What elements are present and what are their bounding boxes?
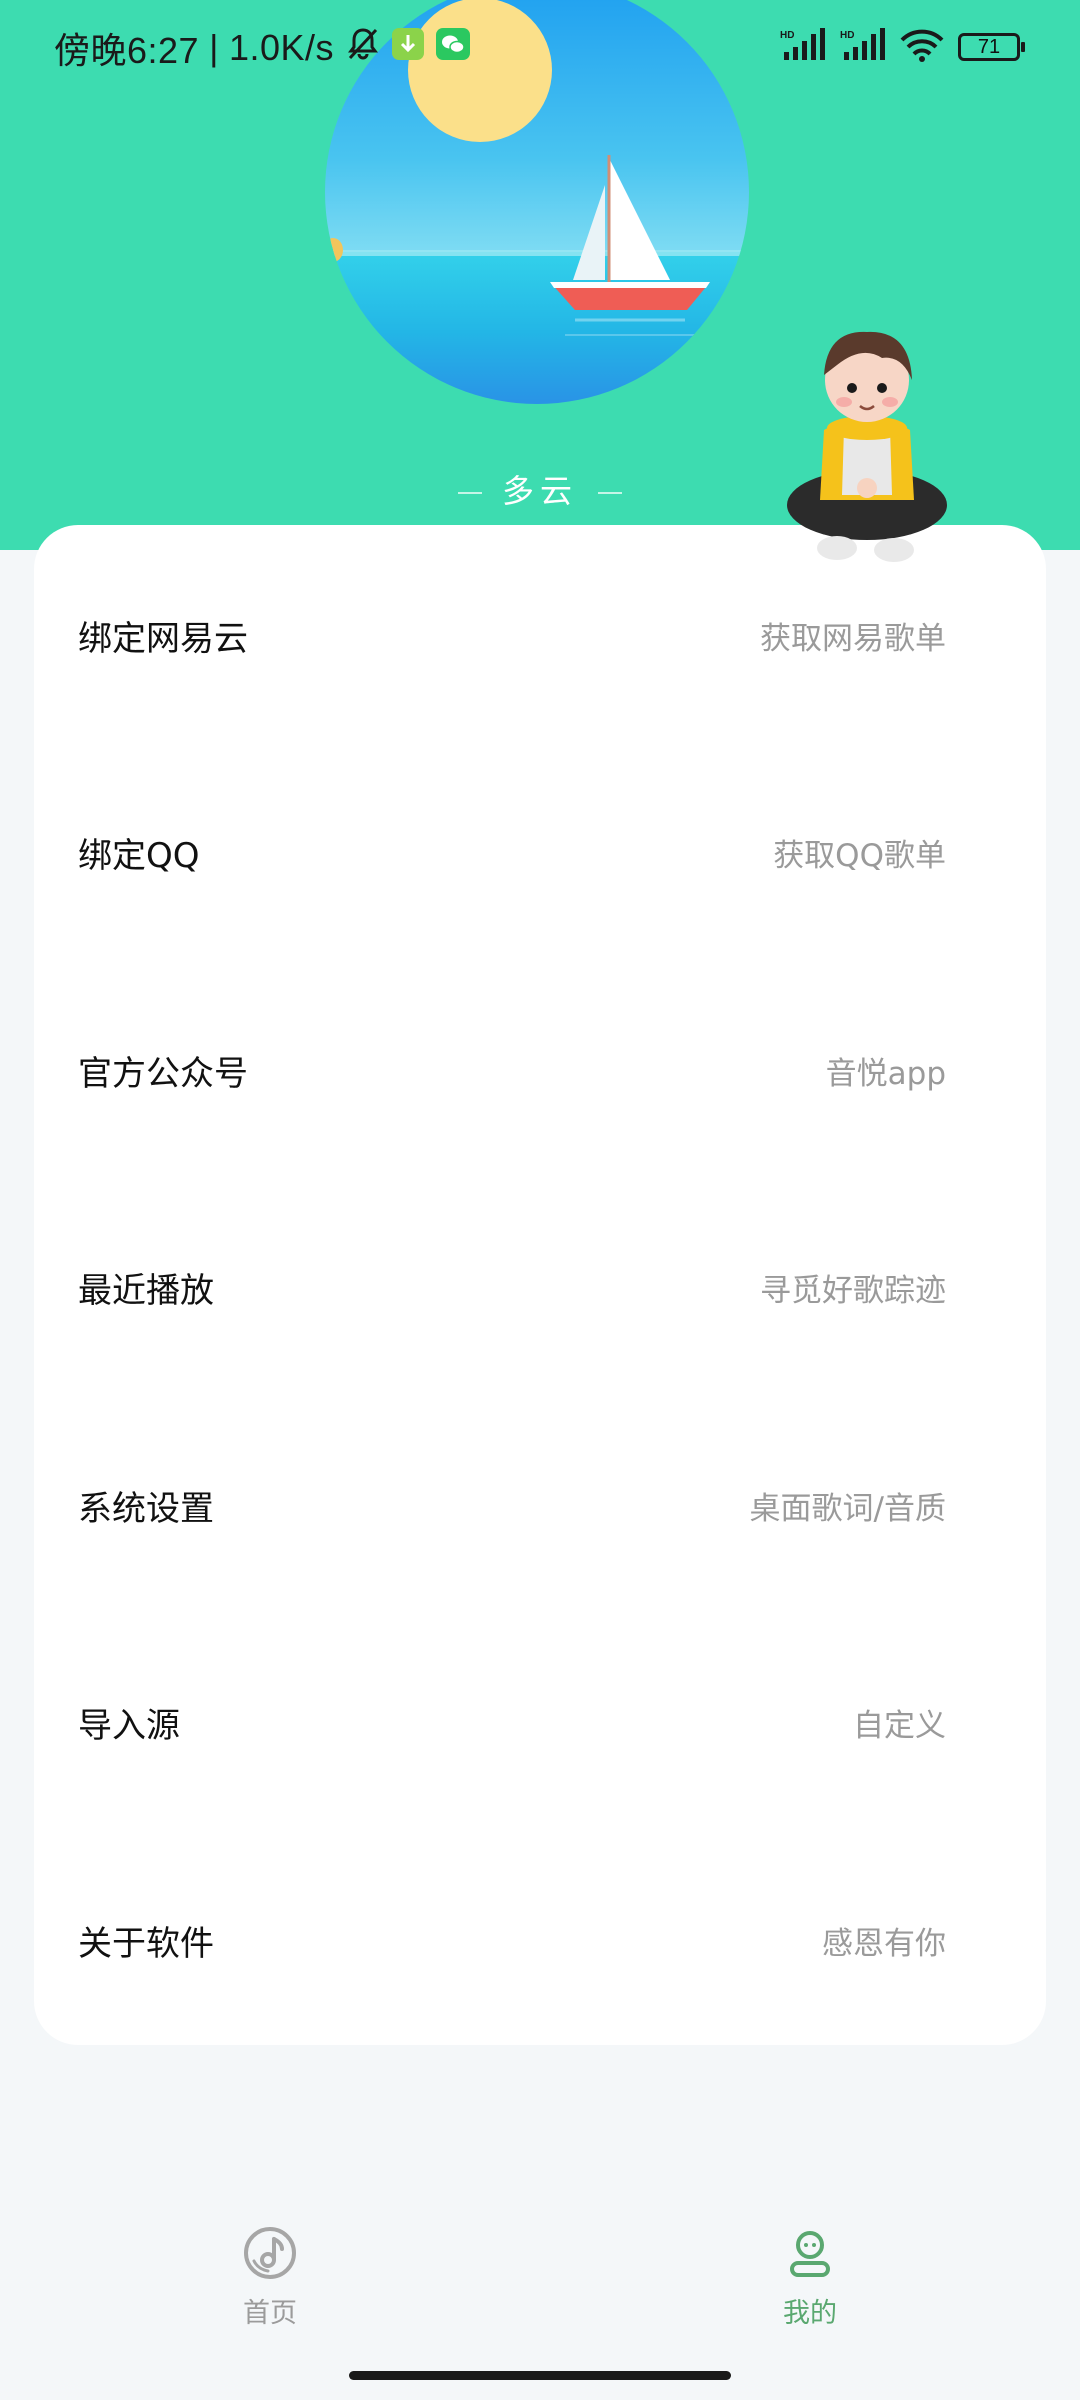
menu-item-title: 绑定QQ: [78, 835, 200, 876]
music-disc-icon: [242, 2227, 298, 2285]
status-net-speed: 1.0K/s: [228, 27, 334, 68]
signal-hd-2-label: HD: [840, 30, 854, 41]
status-right: HD HD 71: [780, 28, 1025, 66]
home-indicator: [349, 2371, 731, 2380]
menu-item-subtitle: 感恩有你: [822, 1925, 946, 1962]
bell-muted-icon: [346, 26, 380, 71]
status-left: 傍晚6:27 | 1.0K/s: [54, 22, 470, 74]
status-time: 傍晚6:27: [54, 30, 200, 71]
menu-item-about[interactable]: 关于软件 感恩有你: [34, 1860, 1046, 2020]
weather-dash-right: [598, 492, 622, 494]
nav-me-label: 我的: [783, 2298, 837, 2329]
menu-item-subtitle: 获取QQ歌单: [773, 837, 946, 874]
menu-item-recent-plays[interactable]: 最近播放 寻觅好歌踪迹: [34, 1207, 1046, 1367]
menu-item-official-account[interactable]: 官方公众号 音悦app: [34, 990, 1046, 1150]
menu-item-subtitle: 获取网易歌单: [760, 620, 946, 657]
menu-item-title: 最近播放: [78, 1270, 214, 1311]
wechat-icon: [436, 27, 470, 69]
signal-hd-2-icon: HD: [840, 28, 886, 66]
menu-item-import-source[interactable]: 导入源 自定义: [34, 1642, 1046, 1802]
nav-me[interactable]: 我的: [710, 2225, 910, 2365]
user-icon: [782, 2231, 838, 2285]
signal-hd-1-label: HD: [780, 30, 794, 41]
battery-icon: 71: [958, 33, 1025, 61]
menu-item-subtitle: 寻觅好歌踪迹: [760, 1272, 946, 1309]
bottom-nav: 首页 我的: [0, 2225, 1080, 2375]
status-separator: |: [209, 27, 219, 68]
nav-home-label: 首页: [243, 2298, 297, 2329]
menu-item-subtitle: 音悦app: [825, 1055, 946, 1092]
menu-item-title: 导入源: [78, 1705, 180, 1746]
menu-item-subtitle: 桌面歌词/音质: [749, 1490, 946, 1527]
menu-item-subtitle: 自定义: [853, 1707, 946, 1744]
menu-item-title: 系统设置: [78, 1488, 214, 1529]
wifi-icon: [900, 28, 944, 66]
menu-item-title: 官方公众号: [78, 1053, 248, 1094]
mascot-figure: [782, 310, 952, 590]
menu-item-title: 关于软件: [78, 1923, 214, 1964]
weather-text: 多云: [501, 472, 578, 510]
settings-card: 绑定网易云 获取网易歌单 绑定QQ 获取QQ歌单 官方公众号 音悦app 最近播…: [34, 525, 1046, 2045]
status-bar: 傍晚6:27 | 1.0K/s HD HD 71: [0, 0, 1080, 100]
download-icon: [392, 27, 424, 69]
menu-item-system-settings[interactable]: 系统设置 桌面歌词/音质: [34, 1425, 1046, 1585]
menu-item-bind-qq[interactable]: 绑定QQ 获取QQ歌单: [34, 772, 1046, 932]
menu-item-title: 绑定网易云: [78, 618, 248, 659]
nav-home[interactable]: 首页: [170, 2225, 370, 2365]
weather-dash-left: [457, 492, 482, 494]
signal-hd-1-icon: HD: [780, 28, 826, 66]
